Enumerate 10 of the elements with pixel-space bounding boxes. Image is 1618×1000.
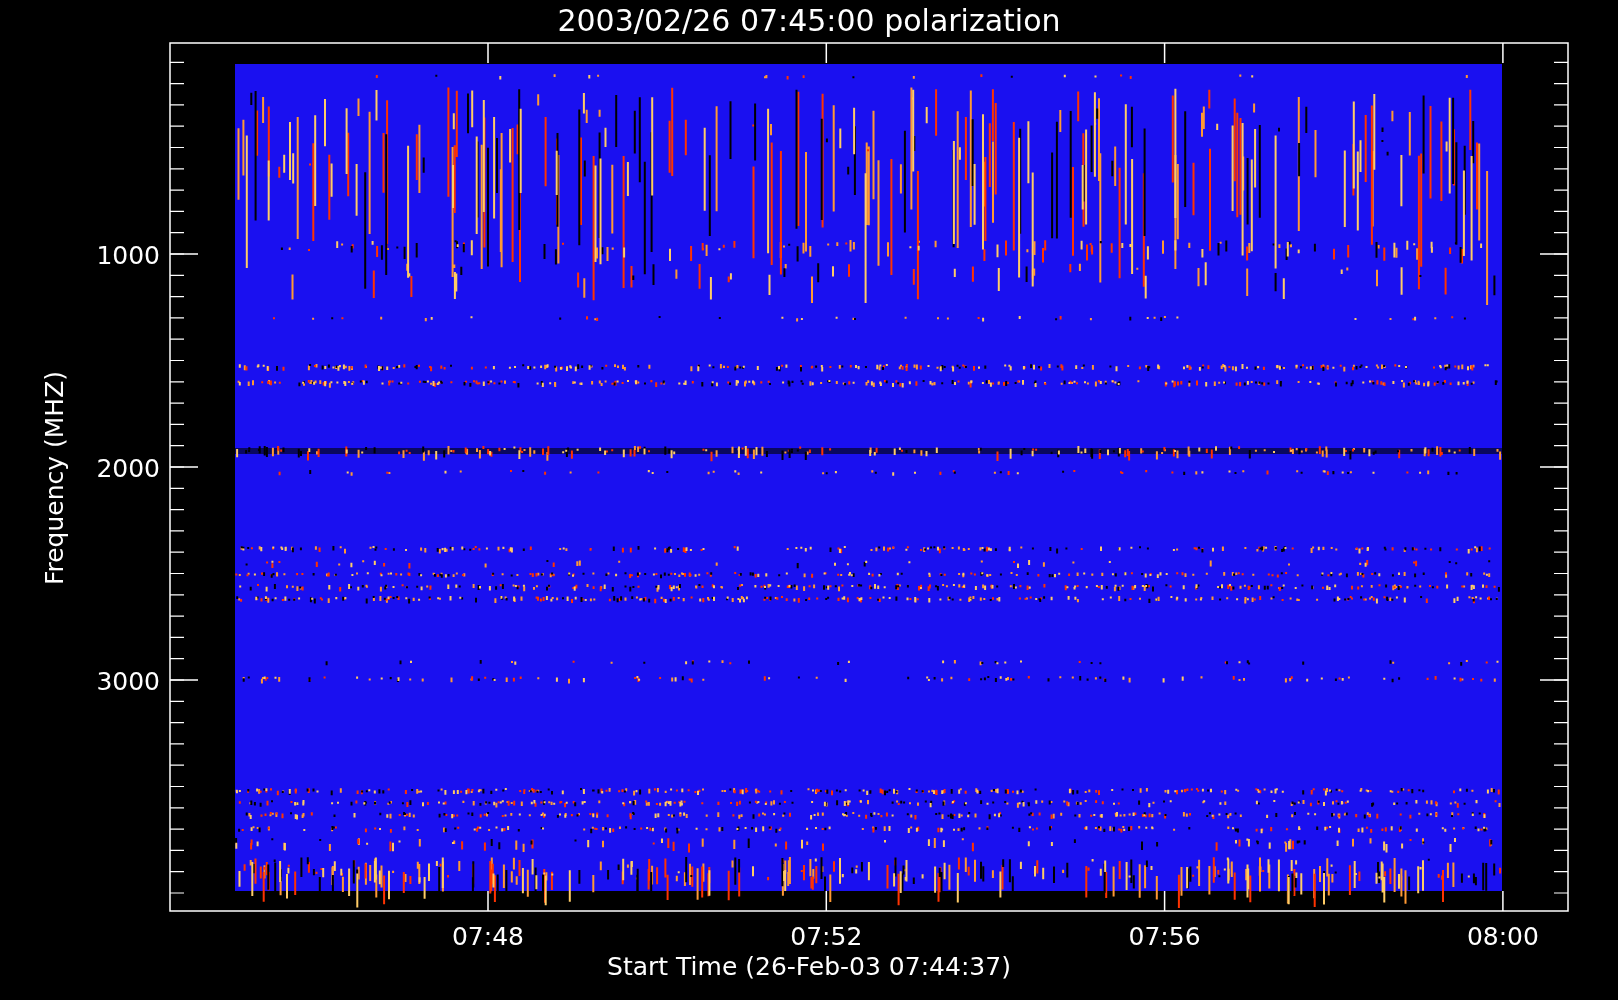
axis-tick-label: 07:52 <box>790 922 863 951</box>
axis-tick-label: 1000 <box>96 241 160 270</box>
y-axis-label: Frequency (MHZ) <box>40 370 69 586</box>
x-axis-label: Start Time (26-Feb-03 07:44:37) <box>607 952 1011 981</box>
axis-tick-label: 08:00 <box>1466 922 1539 951</box>
plot-title: 2003/02/26 07:45:00 polarization <box>557 3 1061 38</box>
axis-tick-label: 2000 <box>96 454 160 483</box>
axis-tick-label: 3000 <box>96 667 160 696</box>
axis-tick-label: 07:48 <box>452 922 524 951</box>
axis-tick-label: 07:56 <box>1128 922 1201 951</box>
